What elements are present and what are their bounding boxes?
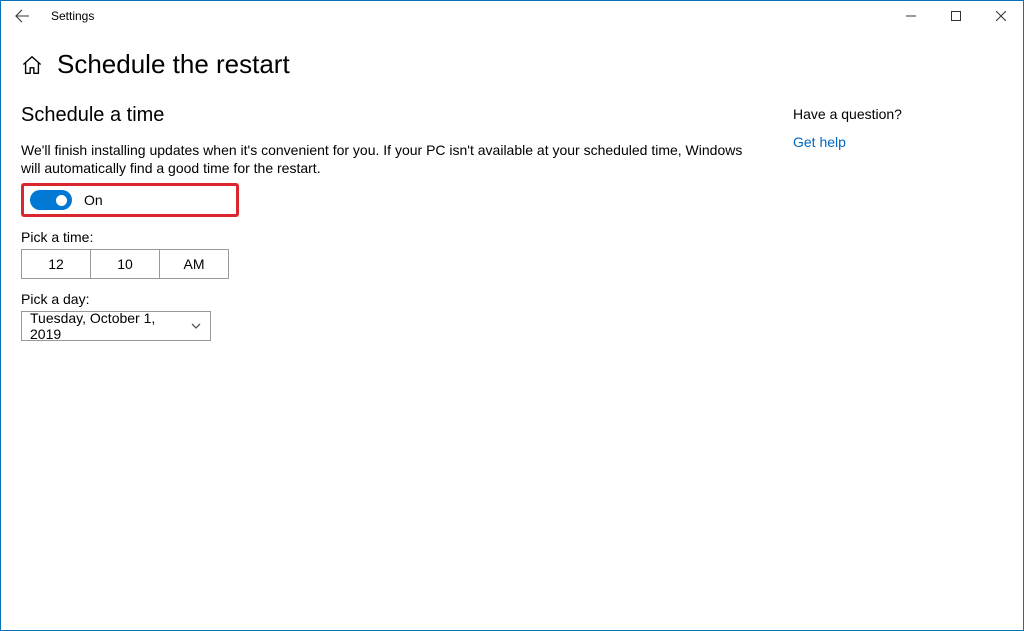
section-title: Schedule a time (21, 104, 771, 127)
main-content: Schedule a time We'll finish installing … (21, 96, 771, 341)
back-arrow-icon (15, 9, 29, 23)
time-picker[interactable]: 12 10 AM (21, 249, 229, 279)
time-ampm[interactable]: AM (160, 250, 228, 278)
maximize-icon (951, 11, 961, 21)
page-header: Schedule the restart (1, 31, 1023, 96)
toggle-highlight-box: On (21, 183, 239, 217)
minimize-button[interactable] (888, 1, 933, 31)
section-description: We'll finish installing updates when it'… (21, 141, 761, 177)
page-title: Schedule the restart (57, 49, 290, 80)
close-button[interactable] (978, 1, 1023, 31)
close-icon (996, 11, 1006, 21)
app-title: Settings (51, 9, 94, 23)
home-icon[interactable] (21, 54, 43, 76)
time-minute[interactable]: 10 (91, 250, 160, 278)
toggle-label: On (84, 192, 103, 208)
side-panel: Have a question? Get help (793, 96, 993, 341)
titlebar: Settings (1, 1, 1023, 31)
toggle-knob-icon (56, 195, 67, 206)
window-controls (888, 1, 1023, 31)
chevron-down-icon (190, 320, 202, 332)
pick-day-label: Pick a day: (21, 291, 771, 307)
time-hour[interactable]: 12 (22, 250, 91, 278)
side-question: Have a question? (793, 106, 993, 122)
back-button[interactable] (1, 1, 43, 31)
pick-time-label: Pick a time: (21, 229, 771, 245)
schedule-toggle[interactable] (30, 190, 72, 210)
date-value: Tuesday, October 1, 2019 (30, 310, 190, 342)
maximize-button[interactable] (933, 1, 978, 31)
get-help-link[interactable]: Get help (793, 134, 846, 150)
minimize-icon (906, 11, 916, 21)
date-picker[interactable]: Tuesday, October 1, 2019 (21, 311, 211, 341)
